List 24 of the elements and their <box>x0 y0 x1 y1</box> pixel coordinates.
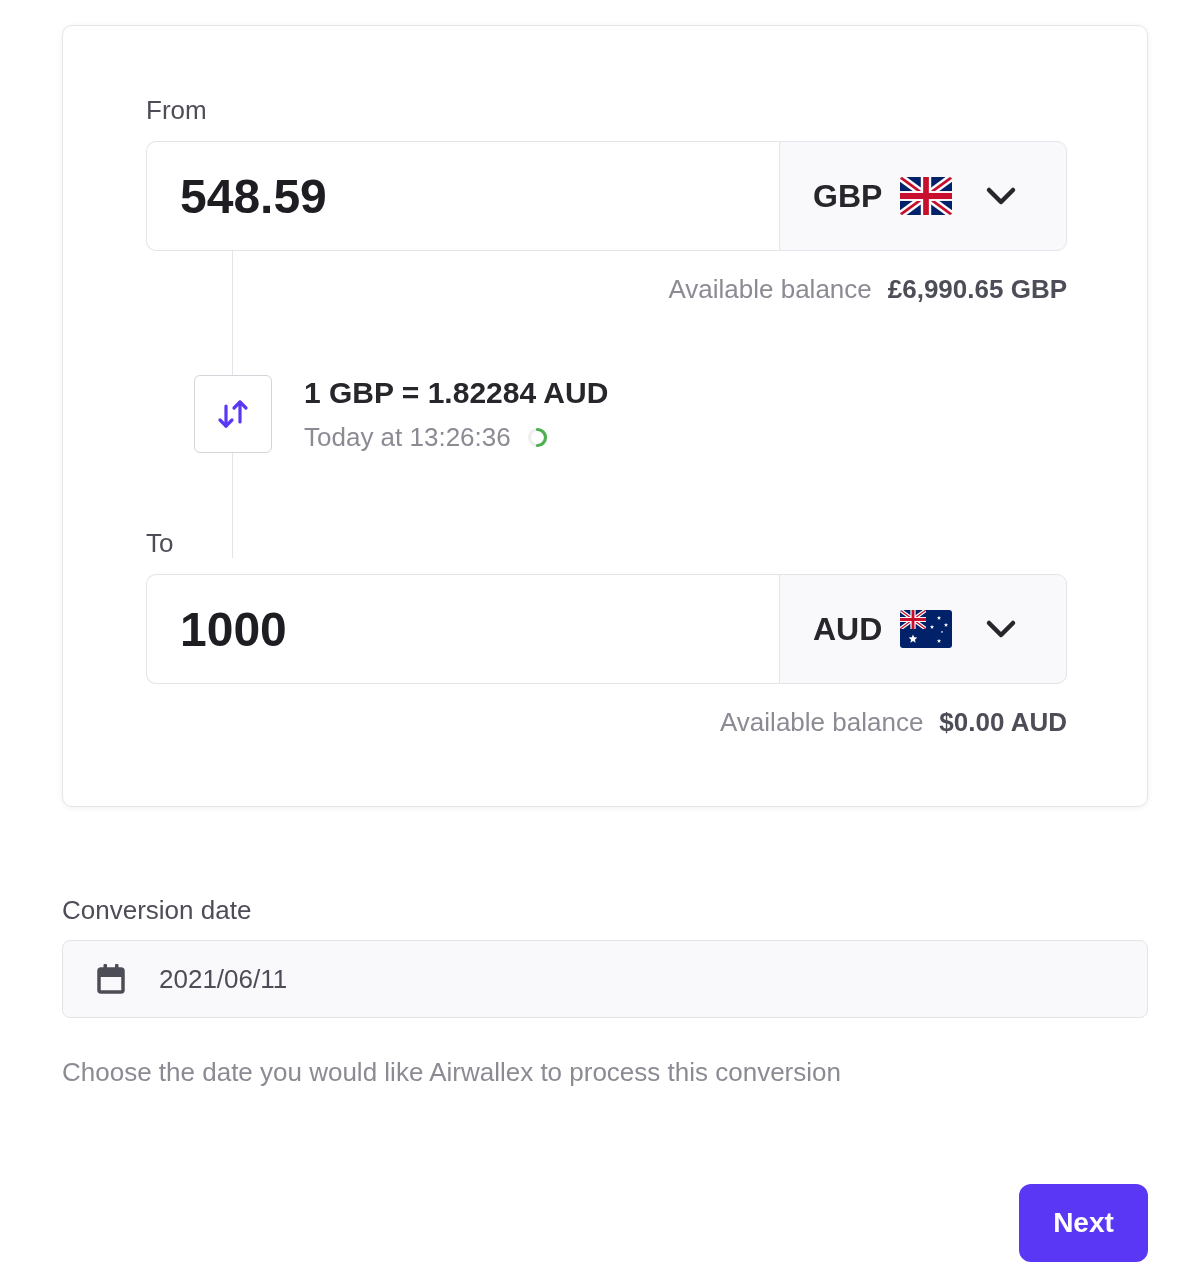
balance-label: Available balance <box>668 274 872 304</box>
exchange-rate: 1 GBP = 1.82284 AUD <box>304 375 609 411</box>
next-button[interactable]: Next <box>1019 1184 1148 1262</box>
field-label: To <box>146 528 174 558</box>
balance-label: Available balance <box>720 707 924 737</box>
currency-select[interactable]: GBP <box>779 141 1067 251</box>
date-field[interactable]: 2021/06/11 <box>62 940 1148 1018</box>
field-label: From <box>146 95 208 125</box>
uk-flag-icon <box>900 177 953 215</box>
swap-arrows-icon <box>216 397 250 431</box>
amount-field[interactable]: 548.59 <box>146 141 779 251</box>
currency-select[interactable]: AUD <box>779 574 1067 684</box>
amount-field[interactable]: 1000 <box>146 574 779 684</box>
calendar-icon <box>96 963 126 995</box>
field-label: Conversion date <box>62 895 253 925</box>
swap-button[interactable] <box>194 375 272 453</box>
chevron-down-icon <box>985 186 1018 206</box>
help-text: Choose the date you would like Airwallex to process this conversion <box>62 1057 842 1087</box>
spinner-icon <box>526 426 548 448</box>
balance-amount: £6,990.65 GBP <box>887 274 1067 304</box>
rate-timestamp: Today at 13:26:36 <box>304 422 511 452</box>
chevron-down-icon <box>985 619 1018 639</box>
australia-flag-icon <box>900 610 953 648</box>
balance-amount: $0.00 AUD <box>939 707 1067 737</box>
